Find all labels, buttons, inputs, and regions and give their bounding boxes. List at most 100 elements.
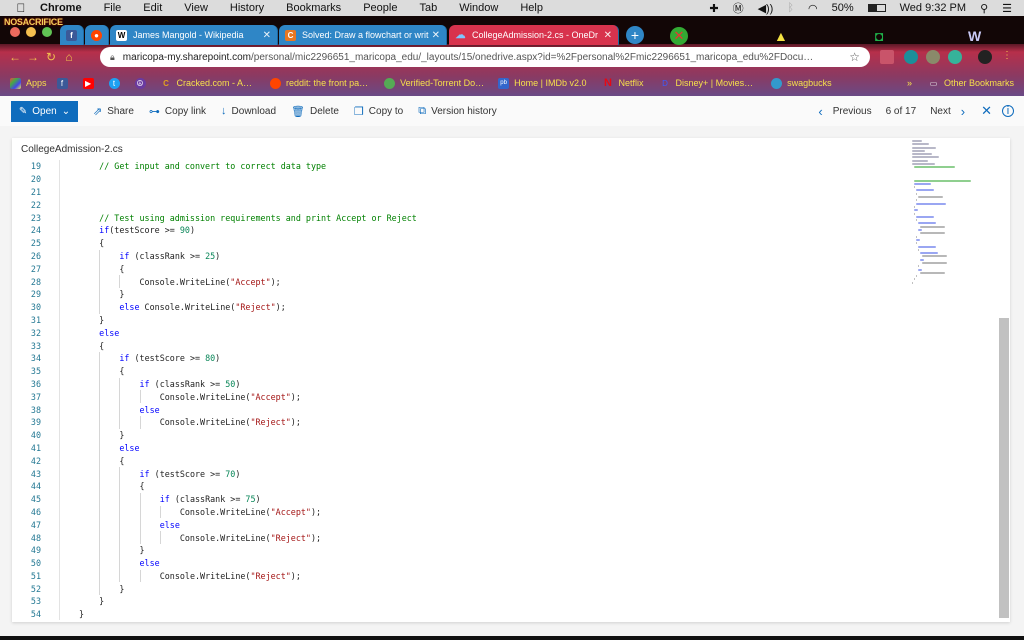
pinned-tab-reddit[interactable]: ● — [85, 25, 109, 45]
bookmark-disney-plus[interactable]: D Disney+ | Movies… — [660, 78, 753, 89]
bluetooth-icon[interactable]: ᛒ — [787, 2, 794, 14]
reload-button[interactable]: ↻ — [42, 50, 60, 64]
bookmark-facebook[interactable]: f — [56, 77, 73, 89]
chrome-menu-icon[interactable]: ⋮ — [1002, 50, 1012, 61]
clock[interactable]: Wed 9:32 PM — [900, 2, 966, 14]
bookmark-apps[interactable]: Apps — [10, 77, 47, 89]
menu-file[interactable]: File — [104, 2, 122, 14]
pinned-tab-facebook[interactable]: f — [60, 25, 84, 45]
open-button[interactable]: ✎ Open ⌄ — [11, 100, 78, 122]
volume-icon[interactable]: ◀)) — [758, 2, 774, 15]
copy-link-button[interactable]: ⊶ Copy link — [149, 105, 206, 118]
bookmark-imdb[interactable]: pb Home | IMDb v2.0 — [498, 77, 587, 89]
info-icon[interactable]: i — [1002, 105, 1014, 117]
menu-window[interactable]: Window — [459, 2, 498, 14]
next-button[interactable]: Next — [930, 106, 951, 117]
tab-onedrive-active[interactable]: ☁ CollegeAdmission-2.cs - OneDr ✕ — [449, 25, 619, 45]
menu-history[interactable]: History — [230, 2, 264, 14]
line-number: 45 — [30, 494, 41, 505]
line-number: 31 — [30, 314, 41, 325]
code-line: 47 else — [12, 518, 997, 532]
wifi-icon[interactable]: ◠ — [808, 2, 818, 15]
minimap-line — [912, 140, 922, 142]
code-text: Console.WriteLine("Accept"); — [139, 276, 281, 287]
address-bar[interactable]: 🔒︎ maricopa-my.sharepoint.com/personal/m… — [100, 47, 870, 67]
code-line: 27 { — [12, 262, 997, 276]
bookmark-cracked[interactable]: C Cracked.com - A… — [161, 78, 252, 89]
profile-avatar[interactable] — [978, 50, 992, 64]
spotlight-search-icon[interactable]: ⚲ — [980, 2, 988, 15]
close-tab-icon[interactable]: ✕ — [263, 30, 271, 41]
previous-button[interactable]: Previous — [833, 106, 872, 117]
menu-people[interactable]: People — [363, 2, 397, 14]
menu-app-name[interactable]: Chrome — [40, 2, 82, 14]
line-number: 52 — [30, 583, 41, 594]
indent-guide — [99, 543, 101, 557]
notification-center-icon[interactable]: ☰ — [1002, 2, 1012, 15]
delete-button[interactable]: 🗑︎ Delete — [291, 105, 339, 118]
apple-icon[interactable]:  — [14, 1, 28, 15]
minimap[interactable] — [912, 140, 1002, 284]
command-bar: ✎ Open ⌄ ⇗ Share ⊶ Copy link ↓ Download 🗑︎ D… — [0, 96, 1024, 126]
forward-button[interactable]: → — [24, 50, 42, 64]
vertical-scrollbar[interactable] — [999, 318, 1009, 618]
bookmark-netflix[interactable]: N Netflix — [603, 77, 644, 89]
code-editor[interactable]: 19 // Get input and convert to correct d… — [12, 160, 997, 620]
version-history-button[interactable]: ⧉ Version history — [418, 105, 496, 118]
minimize-window-button[interactable] — [26, 27, 36, 37]
cracked-icon: C — [163, 78, 169, 88]
previous-chevron-icon[interactable]: ‹ — [818, 104, 822, 119]
line-number: 37 — [30, 391, 41, 402]
copy-to-button[interactable]: ❐ Copy to — [354, 105, 403, 118]
copy-icon: ❐ — [353, 105, 364, 118]
line-number: 19 — [30, 161, 41, 172]
bookmark-reddit[interactable]: reddit: the front pa… — [270, 77, 368, 89]
tab-chegg[interactable]: C Solved: Draw a flowchart or writ ✕ — [279, 25, 447, 45]
close-tab-icon[interactable]: ✕ — [432, 30, 440, 41]
gmail-extension-icon[interactable] — [880, 50, 894, 64]
back-button[interactable]: ← — [6, 50, 24, 64]
disney-plus-icon: D — [662, 78, 668, 88]
bulb-extension-icon[interactable] — [926, 50, 940, 64]
menu-tab[interactable]: Tab — [419, 2, 437, 14]
grammarly-extension-icon[interactable] — [904, 50, 918, 64]
menu-view[interactable]: View — [184, 2, 208, 14]
next-chevron-icon[interactable]: › — [961, 104, 965, 119]
minimap-line — [920, 232, 946, 235]
menu-bookmarks[interactable]: Bookmarks — [286, 2, 341, 14]
medical-cross-icon[interactable]: ✚ — [709, 2, 718, 15]
menu-help[interactable]: Help — [520, 2, 543, 14]
bookmark-peace[interactable]: ☮ — [134, 77, 151, 89]
new-tab-button[interactable]: + — [626, 26, 644, 44]
search-extension-icon[interactable] — [948, 50, 962, 64]
menu-edit[interactable]: Edit — [143, 2, 162, 14]
line-number: 48 — [30, 532, 41, 543]
maximize-window-button[interactable] — [42, 27, 52, 37]
code-text: } — [139, 545, 145, 556]
folder-icon: ▭ — [929, 78, 938, 88]
bookmarks-bar: Apps f ▶ t ☮ C Cracked.com - A… reddit: t… — [0, 72, 1024, 94]
minimap-line — [918, 245, 936, 248]
share-button[interactable]: ⇗ Share — [93, 105, 134, 118]
line-number: 27 — [30, 263, 41, 274]
code-text: { — [99, 340, 105, 351]
battery-icon[interactable] — [867, 4, 886, 12]
bookmarks-overflow-button[interactable]: » — [907, 78, 912, 88]
close-tab-icon[interactable]: ✕ — [604, 30, 612, 41]
download-button[interactable]: ↓ Download — [221, 105, 276, 117]
home-button[interactable]: ⌂ — [60, 50, 78, 64]
bookmark-twitter[interactable]: t — [108, 77, 125, 89]
lock-icon[interactable]: 🔒︎ — [110, 52, 115, 63]
bookmark-verified-torrent[interactable]: Verified-Torrent Do… — [384, 77, 484, 89]
close-viewer-icon[interactable]: ✕ — [981, 103, 992, 119]
close-window-button[interactable] — [10, 27, 20, 37]
bookmark-youtube[interactable]: ▶ — [82, 77, 99, 89]
tab-wikipedia[interactable]: W James Mangold - Wikipedia ✕ — [110, 25, 278, 45]
martian-manhunter-icon: ✕ — [670, 27, 688, 45]
minimap-line — [916, 192, 917, 195]
other-bookmarks-folder[interactable]: ▭ Other Bookmarks — [928, 78, 1014, 89]
code-text: if (classRank >= 75) — [159, 494, 261, 505]
bookmark-swagbucks[interactable]: swagbucks — [771, 77, 832, 89]
malwarebytes-icon[interactable]: Ⓜ — [733, 0, 744, 16]
bookmark-star-icon[interactable]: ☆ — [849, 50, 860, 64]
